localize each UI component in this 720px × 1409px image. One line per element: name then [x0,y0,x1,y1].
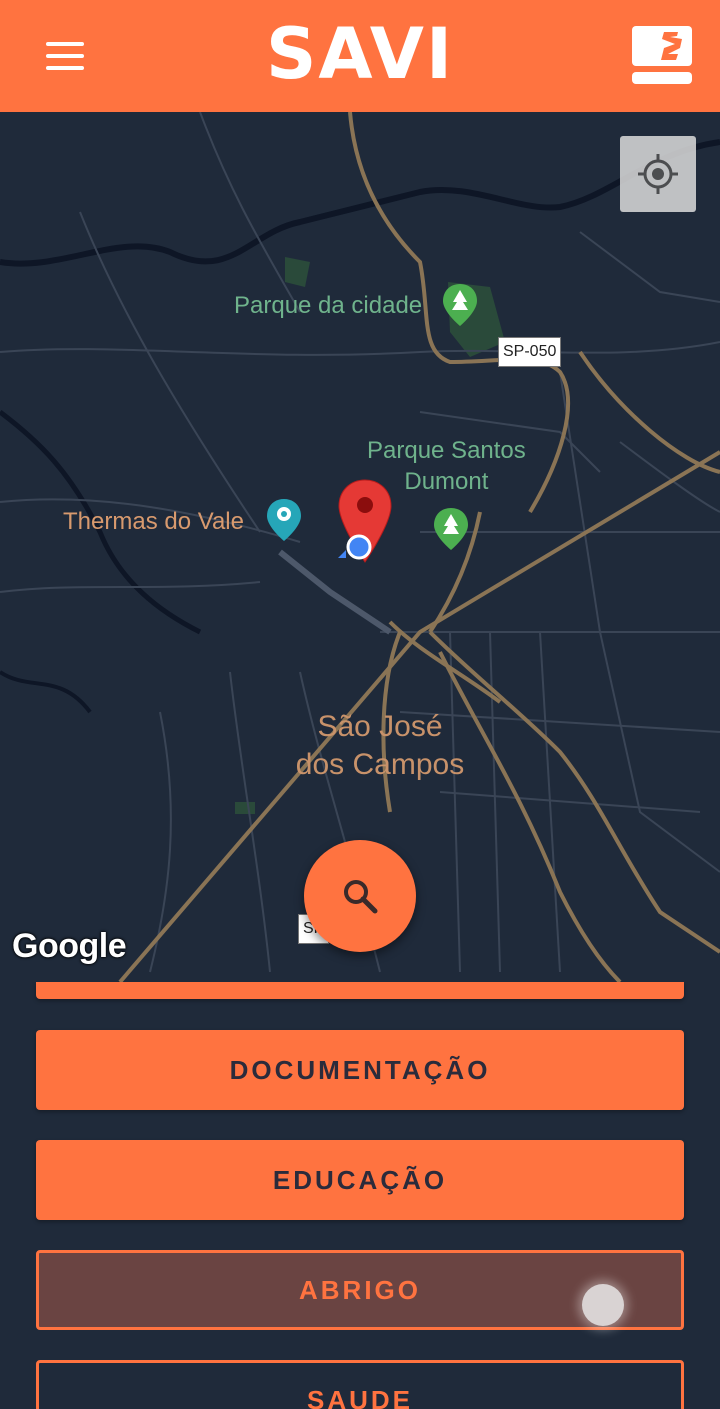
category-button-documentacao[interactable]: DOCUMENTAÇÃO [36,1030,684,1110]
search-fab-button[interactable] [304,840,416,952]
category-list: DOCUMENTAÇÃO EDUCAÇÃO ABRIGO SAUDE [0,982,720,1409]
category-button-saude[interactable]: SAUDE [36,1360,684,1409]
google-attribution: Google [12,927,127,965]
app-header: SAVI [0,0,720,112]
seat-logo-icon[interactable] [632,26,692,86]
map-label-city: São José dos Campos [280,708,480,784]
map-label-city-line1: São José [317,710,443,743]
hamburger-menu-icon[interactable] [46,42,84,70]
park-marker-icon[interactable] [441,282,479,328]
category-button-partial[interactable] [36,982,684,999]
category-label-abrigo: ABRIGO [299,1274,421,1305]
map-label-city-line2: dos Campos [295,748,465,781]
touch-ripple [582,1284,624,1326]
map-label-thermas: Thermas do Vale [63,508,244,535]
map-view[interactable]: Parque da cidade Parque Santos Dumont Th… [0,112,720,982]
park-marker-icon[interactable] [432,506,470,552]
my-location-icon [638,154,678,194]
search-icon [344,880,378,914]
map-label-parque-cidade: Parque da cidade [234,292,423,319]
road-shield-sp050: SP-050 [498,337,562,367]
my-location-button[interactable] [620,136,696,212]
category-button-educacao[interactable]: EDUCAÇÃO [36,1140,684,1220]
user-location-icon [338,534,372,560]
app-title: SAVI [265,13,455,95]
attraction-marker-icon[interactable] [265,497,303,543]
